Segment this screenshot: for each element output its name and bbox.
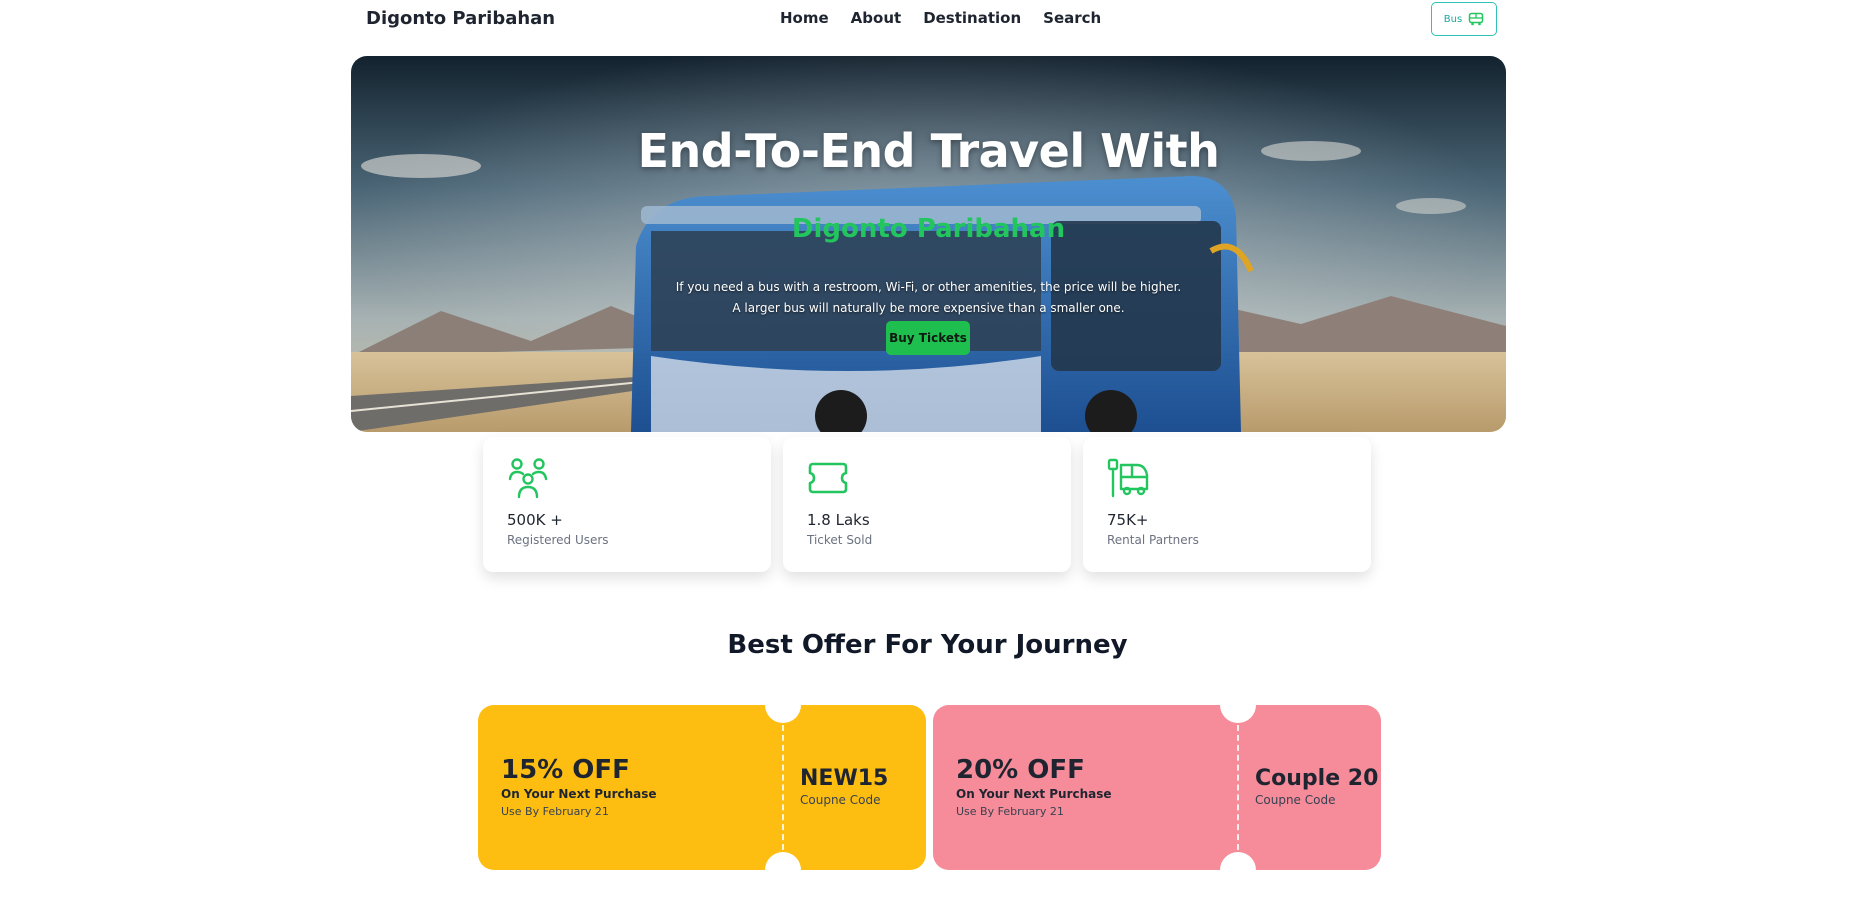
coupon-code-label: Coupne Code xyxy=(1255,793,1336,807)
coupon-code[interactable]: NEW15 xyxy=(800,766,888,791)
nav-links: Home About Destination Search xyxy=(780,9,1101,27)
brand-logo[interactable]: Digonto Paribahan xyxy=(366,8,555,29)
offers-section-title: Best Offer For Your Journey xyxy=(727,630,1128,660)
stat-card-partners: 75K+ Rental Partners xyxy=(1083,437,1371,572)
stat-label: Ticket Sold xyxy=(807,533,873,547)
stat-value: 500K + xyxy=(507,511,563,529)
hero-subtitle: Digonto Paribahan xyxy=(791,214,1066,244)
buy-tickets-button[interactable]: Buy Tickets xyxy=(886,321,970,355)
nav-link-search[interactable]: Search xyxy=(1043,9,1101,27)
coupon-divider xyxy=(1237,725,1239,850)
hero-banner: End-To-End Travel With Digonto Paribahan… xyxy=(351,56,1506,432)
coupon-discount: 15% OFF xyxy=(501,755,630,785)
stat-card-tickets: 1.8 Laks Ticket Sold xyxy=(783,437,1071,572)
hero-description-line2: A larger bus will naturally be more expe… xyxy=(732,301,1125,315)
hero-content: End-To-End Travel With Digonto Paribahan… xyxy=(351,56,1506,432)
nav-link-destination[interactable]: Destination xyxy=(923,9,1021,27)
coupon-card[interactable]: 20% OFF On Your Next Purchase Use By Feb… xyxy=(933,705,1381,870)
ticket-icon xyxy=(808,462,848,494)
bus-button-label: Bus xyxy=(1443,13,1463,25)
coupon-notch xyxy=(1220,852,1256,870)
coupon-card[interactable]: 15% OFF On Your Next Purchase Use By Feb… xyxy=(478,705,926,870)
coupon-notch xyxy=(765,852,801,870)
users-icon xyxy=(508,458,548,499)
coupon-discount: 20% OFF xyxy=(956,755,1085,785)
coupon-note: On Your Next Purchase xyxy=(956,787,1112,801)
coupon-date: Use By February 21 xyxy=(956,805,1064,818)
hero-description-line1: If you need a bus with a restroom, Wi-Fi… xyxy=(675,280,1182,294)
stat-label: Registered Users xyxy=(507,533,609,547)
coupon-notch xyxy=(765,705,801,723)
stat-value: 75K+ xyxy=(1107,511,1149,529)
coupon-notch xyxy=(1220,705,1256,723)
nav-link-home[interactable]: Home xyxy=(780,9,829,27)
coupon-divider xyxy=(782,725,784,850)
stat-value: 1.8 Laks xyxy=(807,511,870,529)
stat-label: Rental Partners xyxy=(1107,533,1199,547)
bus-stop-icon xyxy=(1107,458,1149,498)
bus-button[interactable]: Bus xyxy=(1431,2,1497,36)
bus-icon xyxy=(1468,12,1484,26)
coupon-date: Use By February 21 xyxy=(501,805,609,818)
top-nav: Digonto Paribahan Home About Destination… xyxy=(0,0,1871,40)
hero-title: End-To-End Travel With xyxy=(637,124,1220,178)
stat-card-users: 500K + Registered Users xyxy=(483,437,771,572)
nav-link-about[interactable]: About xyxy=(851,9,902,27)
coupon-note: On Your Next Purchase xyxy=(501,787,657,801)
coupon-code[interactable]: Couple 20 xyxy=(1255,766,1378,791)
coupon-code-label: Coupne Code xyxy=(800,793,881,807)
